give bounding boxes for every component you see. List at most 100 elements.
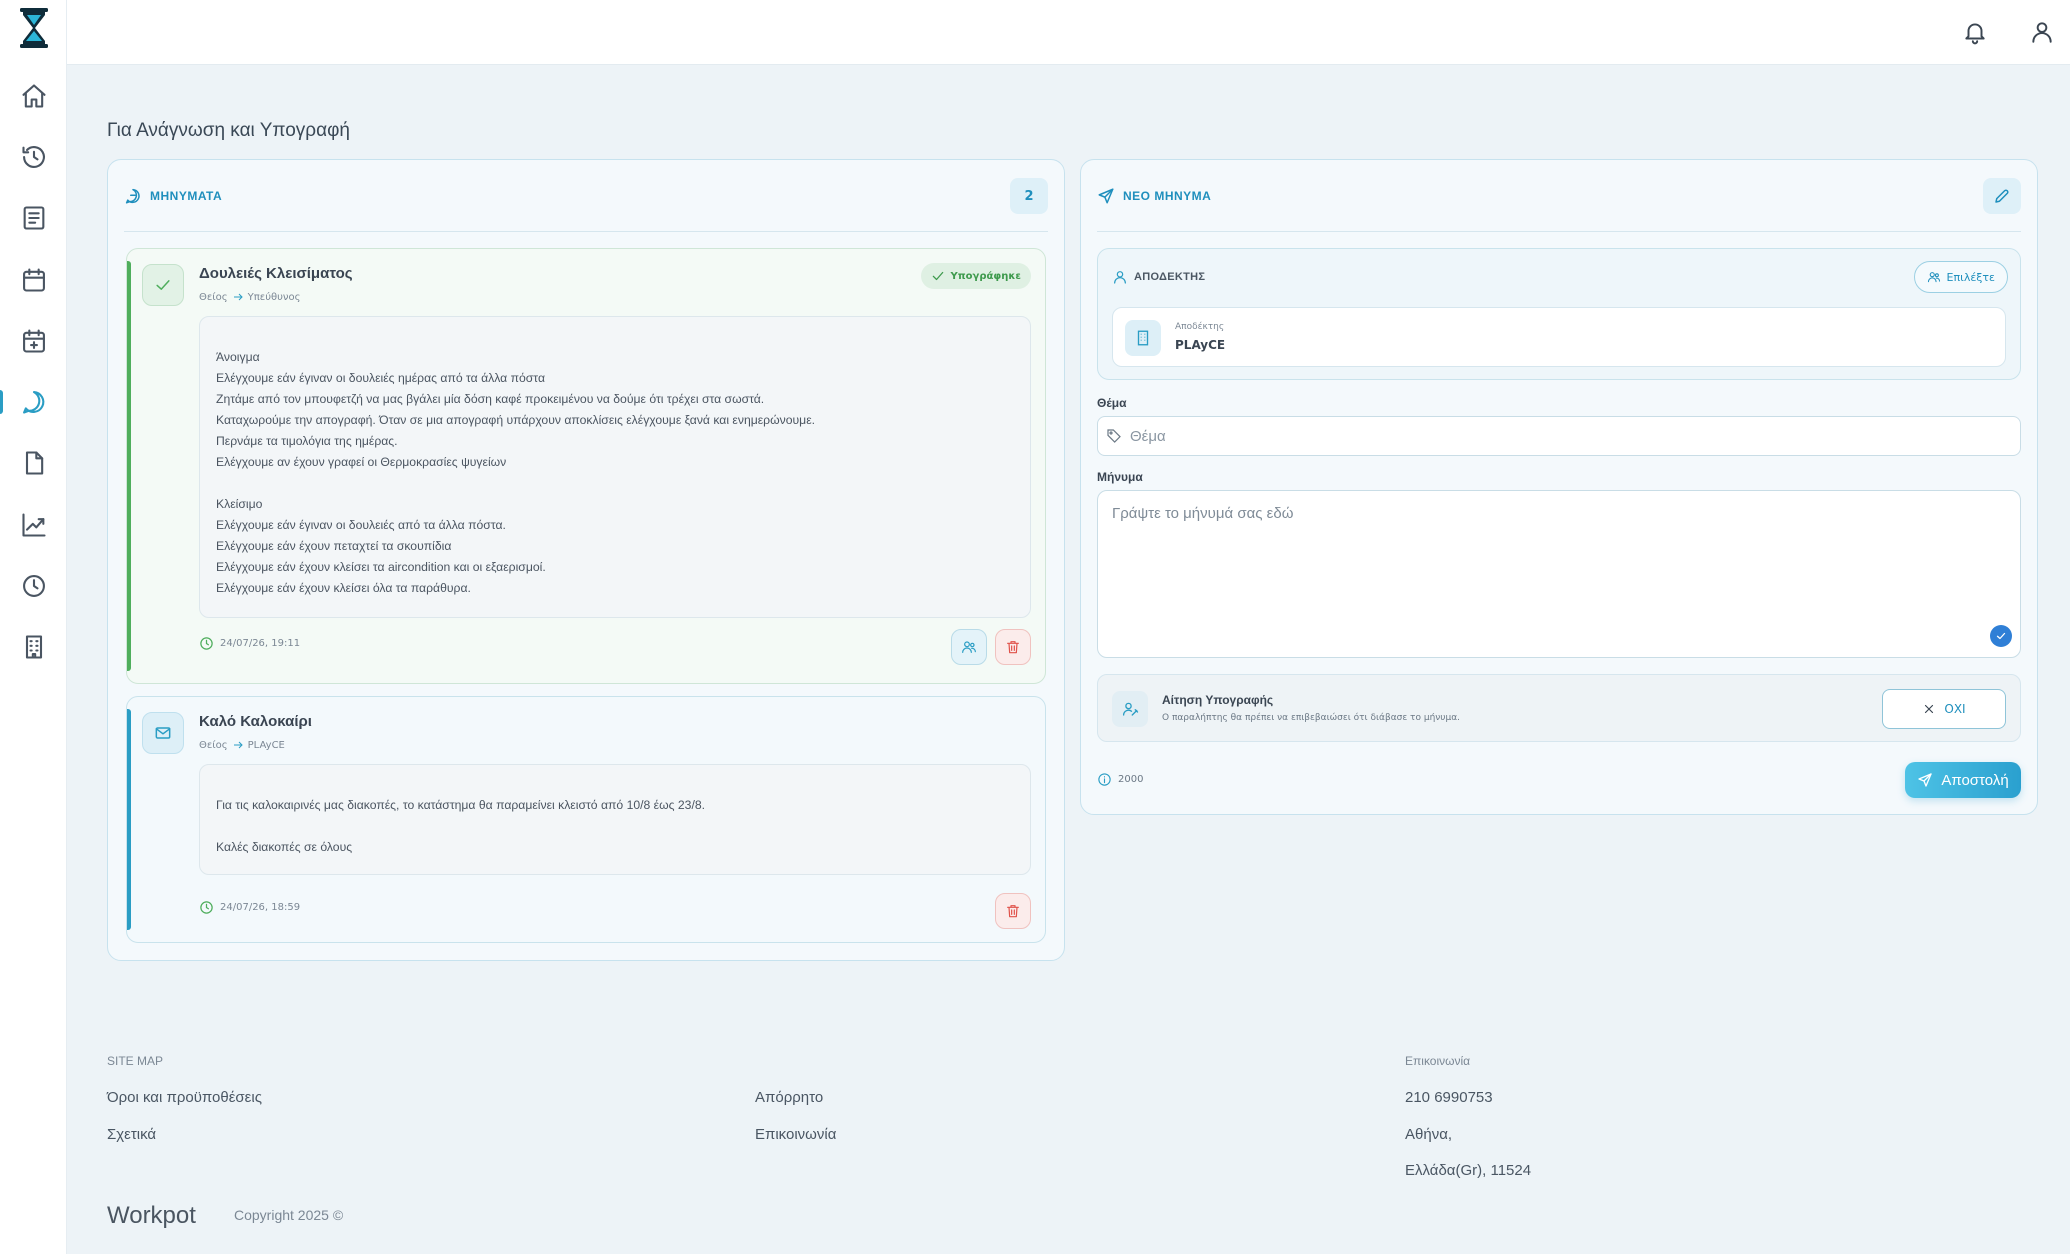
- nav-messages[interactable]: [0, 377, 67, 427]
- message-line: Περνάμε τα τιμολόγια της ημέρας.: [216, 434, 398, 448]
- message-line: Καλές διακοπές σε όλους: [216, 840, 353, 854]
- nav-history[interactable]: [0, 132, 67, 182]
- sidebar: [0, 0, 67, 1254]
- building-icon: [25, 635, 42, 659]
- close-icon: [1925, 704, 1934, 714]
- message-field[interactable]: [1097, 490, 2021, 658]
- message-card[interactable]: Δουλειές Κλεισίματος Θείος Υπεύθυνος Υπο…: [126, 248, 1046, 684]
- profile-button[interactable]: [2024, 14, 2060, 50]
- send-icon: [1097, 187, 1115, 205]
- checkmark-icon: [932, 271, 943, 281]
- nav-clock[interactable]: [0, 561, 67, 611]
- contact-city: Αθήνα,: [1405, 1126, 1453, 1143]
- signature-toggle-label: ΟΧΙ: [1944, 702, 1966, 716]
- new-message-header: ΝΕΟ ΜΗΝΥΜΑ: [1097, 160, 2021, 232]
- spellcheck-icon[interactable]: [1990, 625, 2012, 647]
- users-icon: [962, 641, 976, 653]
- new-message-panel: ΝΕΟ ΜΗΝΥΜΑ ΑΠΟΔΕΚΤΗΣ Επιλέξτε Αποδέκτης …: [1080, 159, 2038, 815]
- user-icon: [2032, 22, 2052, 43]
- check-icon: [142, 264, 184, 306]
- message-line: Κλείσιμο: [216, 497, 263, 511]
- user-signature-icon: [1112, 691, 1148, 727]
- subject-label: Θέμα: [1097, 396, 1127, 410]
- message-route: Θείος Υπεύθυνος: [199, 291, 300, 303]
- signature-request-description: Ο παραλήπτης θα πρέπει να επιβεβαιώσει ό…: [1162, 713, 1461, 723]
- new-message-title: ΝΕΟ ΜΗΝΥΜΑ: [1123, 188, 1212, 203]
- recipient-label: ΑΠΟΔΕΚΤΗΣ: [1112, 269, 1205, 285]
- messages-count-badge: 2: [1010, 178, 1048, 214]
- calendar-icon: [22, 268, 45, 292]
- about-link[interactable]: Σχετικά: [107, 1126, 156, 1143]
- recipient-sublabel: Αποδέκτης: [1175, 322, 1225, 332]
- select-recipient-button[interactable]: Επιλέξτε: [1913, 261, 2008, 293]
- terms-link[interactable]: Όροι και προϋποθέσεις: [107, 1089, 262, 1106]
- calendar-add-icon: [22, 329, 45, 353]
- view-readers-button[interactable]: [951, 629, 987, 665]
- selected-recipient[interactable]: Αποδέκτης PLAyCE: [1112, 307, 2006, 367]
- history-icon: [21, 146, 45, 168]
- message-recipient: PLAyCE: [247, 739, 285, 751]
- top-bar: [67, 0, 2070, 65]
- recipient-label-text: ΑΠΟΔΕΚΤΗΣ: [1134, 271, 1206, 283]
- privacy-link[interactable]: Απόρρητο: [755, 1089, 823, 1106]
- arrow-right-icon: [233, 293, 243, 301]
- contact-phone: 210 6990753: [1405, 1089, 1493, 1106]
- subject-input[interactable]: [1130, 427, 1953, 445]
- nav-analytics[interactable]: [0, 500, 67, 550]
- compose-button[interactable]: [1983, 178, 2021, 214]
- message-line: Ζητάμε από τον μπουφετζή να μας βγάλει μ…: [216, 392, 765, 406]
- message-line: Καταχωρούμε την απογραφή. Όταν σε μια απ…: [216, 413, 816, 427]
- message-sender: Θείος: [199, 739, 228, 751]
- nav-documents[interactable]: [0, 193, 67, 243]
- message-line: Ελέγχουμε εάν έχουν κλείσει όλα τα παράθ…: [216, 581, 471, 595]
- nav-calendar[interactable]: [0, 255, 67, 305]
- message-recipient: Υπεύθυνος: [247, 291, 301, 303]
- message-card[interactable]: Καλό Καλοκαίρι Θείος PLAyCE Για τις καλο…: [126, 696, 1046, 943]
- nav-buildings[interactable]: [0, 622, 67, 672]
- notifications-button[interactable]: [1957, 14, 1993, 50]
- message-body: Για τις καλοκαιρινές μας διακοπές, το κα…: [199, 764, 1031, 875]
- character-counter: 2000: [1097, 772, 1143, 787]
- message-line: Για τις καλοκαιρινές μας διακοπές, το κα…: [216, 798, 705, 812]
- message-route: Θείος PLAyCE: [199, 739, 285, 751]
- message-textarea[interactable]: [1098, 491, 2020, 657]
- recipient-name: PLAyCE: [1175, 338, 1226, 352]
- send-button[interactable]: Αποστολή: [1905, 762, 2021, 798]
- envelope-icon: [142, 712, 184, 754]
- pencil-icon: [1995, 189, 2009, 203]
- nav-home[interactable]: [0, 71, 67, 121]
- nav-calendar-add[interactable]: [0, 316, 67, 366]
- contact-heading: Επικοινωνία: [1405, 1054, 1471, 1068]
- send-label: Αποστολή: [1941, 771, 2009, 789]
- message-line: Ελέγχουμε αν έχουν γραφεί οι Θερμοκρασίε…: [216, 455, 507, 469]
- message-line: Ελέγχουμε εάν έγιναν οι δουλειές ημέρας …: [216, 371, 545, 385]
- hourglass-logo-icon[interactable]: [18, 6, 50, 50]
- chart-icon: [21, 513, 46, 537]
- message-timestamp: 24/07/26, 18:59: [199, 900, 300, 915]
- contact-link[interactable]: Επικοινωνία: [755, 1126, 836, 1143]
- messages-panel: ΜΗΝΥΜΑΤΑ 2 Δουλειές Κλεισίματος Θείος Υπ…: [107, 159, 1065, 961]
- signature-toggle-button[interactable]: ΟΧΙ: [1882, 689, 2006, 729]
- recipient-section: ΑΠΟΔΕΚΤΗΣ Επιλέξτε Αποδέκτης PLAyCE: [1097, 248, 2021, 380]
- user-icon: [1114, 271, 1126, 284]
- signature-request-section: Αίτηση Υπογραφής Ο παραλήπτης θα πρέπει …: [1097, 674, 2021, 742]
- building-icon: [1125, 320, 1161, 356]
- chat-bubble-icon: [124, 187, 142, 205]
- messages-title: ΜΗΝΥΜΑΤΑ: [150, 188, 223, 203]
- footer-brand: Workpot: [107, 1202, 196, 1229]
- message-line: Άνοιγμα: [216, 350, 260, 364]
- delete-message-button[interactable]: [995, 893, 1031, 929]
- message-time-text: 24/07/26, 18:59: [220, 902, 301, 913]
- message-line: [216, 816, 1014, 837]
- delete-message-button[interactable]: [995, 629, 1031, 665]
- message-line: [216, 473, 1014, 494]
- subject-field[interactable]: [1097, 416, 2021, 456]
- select-recipient-label: Επιλέξτε: [1946, 270, 1995, 284]
- signed-status-badge: Υπογράφηκε: [920, 263, 1031, 289]
- message-title: Δουλειές Κλεισίματος: [199, 265, 353, 282]
- users-icon: [1927, 272, 1940, 283]
- file-icon: [25, 451, 43, 475]
- message-time-text: 24/07/26, 19:11: [220, 638, 301, 649]
- nav-files[interactable]: [0, 438, 67, 488]
- home-icon: [21, 84, 46, 108]
